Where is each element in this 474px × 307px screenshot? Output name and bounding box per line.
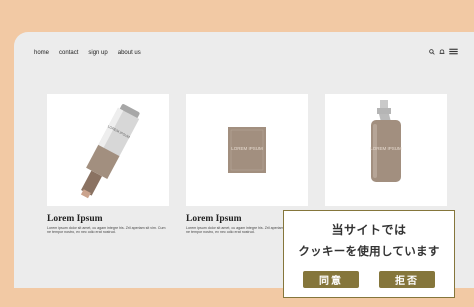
product-image-bottle: LOREM IPSUM	[325, 94, 447, 206]
nav-contact[interactable]: contact	[59, 50, 78, 56]
menu-icon[interactable]	[449, 48, 458, 55]
card-title: Lorem Ipsum	[47, 214, 103, 224]
search-icon[interactable]	[429, 48, 435, 55]
nav-sign-up[interactable]: sign up	[88, 50, 107, 56]
bottle-label: LOREM IPSUM	[370, 146, 402, 151]
product-card[interactable]: LOREM IPSUM Lorem Ipsum Lorem ipsum dolo…	[47, 94, 169, 235]
bell-icon[interactable]	[439, 49, 445, 55]
nav-icons	[429, 48, 458, 55]
top-nav: home contact sign up about us	[34, 50, 141, 56]
cookie-consent-dialog: 当サイトでは クッキーを使用しています 同意 拒否	[283, 210, 455, 298]
cookie-message-line2: クッキーを使用しています	[298, 246, 440, 258]
nav-home[interactable]: home	[34, 50, 49, 56]
product-card[interactable]: LOREM IPSUM	[325, 94, 447, 206]
cookie-buttons: 同意 拒否	[284, 271, 454, 288]
reject-button[interactable]: 拒否	[379, 271, 435, 288]
cookie-message-line1: 当サイトでは	[331, 223, 407, 237]
accept-button[interactable]: 同意	[303, 271, 359, 288]
nav-about-us[interactable]: about us	[118, 50, 141, 56]
card-description: Lorem ipsum dolor sit amet, cu agam inte…	[47, 226, 166, 235]
sachet-label: LOREM IPSUM	[231, 146, 263, 151]
product-image-sachet: LOREM IPSUM	[186, 94, 308, 206]
product-image-tube: LOREM IPSUM	[47, 94, 169, 206]
